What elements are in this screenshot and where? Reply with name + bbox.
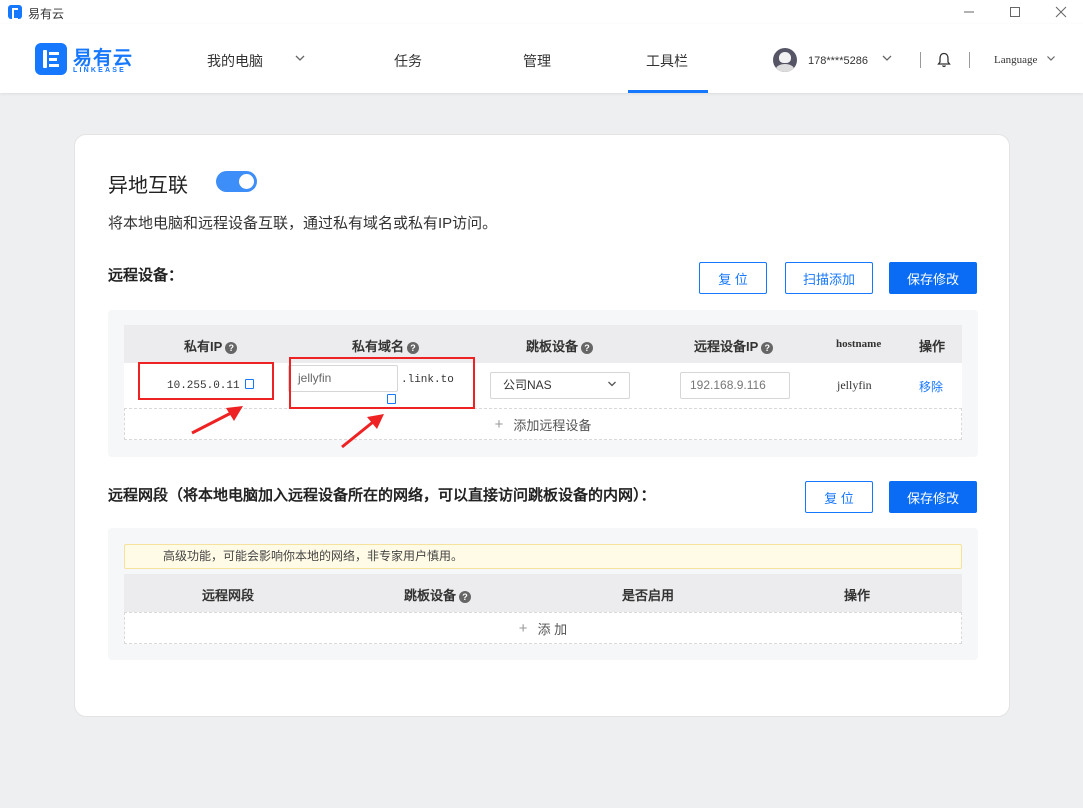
remote-segments-title: 远程网段（将本地电脑加入远程设备所在的网络，可以直接访问跳板设备的内网）： bbox=[108, 487, 656, 504]
close-icon bbox=[1055, 6, 1067, 18]
top-header: 易有云 LINKEASE 我的电脑 任务 管理 工具栏 178****5286 … bbox=[0, 24, 1083, 93]
table-header: 私有IP? 私有域名? 跳板设备? 远程设备IP? hostname 操作 bbox=[124, 325, 962, 363]
scan-add-button[interactable]: 扫描添加 bbox=[785, 262, 873, 294]
help-icon: ? bbox=[581, 342, 594, 354]
nav-item-tasks[interactable]: 任务 bbox=[394, 51, 422, 71]
app-logo-icon bbox=[8, 5, 22, 20]
title-bar: 易有云 bbox=[0, 0, 1083, 24]
minimize-icon bbox=[964, 11, 974, 13]
nav-item-manage[interactable]: 管理 bbox=[523, 51, 551, 71]
warning-banner: 高级功能，可能会影响你本地的网络，非专家用户慎用。 bbox=[124, 544, 962, 569]
remove-link[interactable]: 移除 bbox=[919, 378, 943, 395]
save-button[interactable]: 保存修改 bbox=[889, 262, 977, 294]
close-button[interactable] bbox=[1038, 0, 1083, 24]
annotation-box-domain bbox=[289, 357, 475, 409]
brand-name: 易有云 bbox=[73, 48, 134, 69]
nav-active-indicator bbox=[628, 90, 708, 93]
avatar[interactable] bbox=[773, 48, 797, 72]
chevron-down-icon[interactable] bbox=[294, 54, 306, 62]
annotation-arrow-icon bbox=[191, 406, 243, 435]
reset-button[interactable]: 复 位 bbox=[699, 262, 767, 294]
column-header-segment: 远程网段 bbox=[202, 588, 255, 603]
plus-icon: + bbox=[494, 415, 504, 433]
help-icon: ? bbox=[225, 342, 238, 354]
bell-icon[interactable] bbox=[936, 52, 952, 68]
help-icon: ? bbox=[459, 591, 472, 603]
column-header-jump-device: 跳板设备? bbox=[404, 585, 472, 604]
minimize-button[interactable] bbox=[946, 0, 992, 24]
page-description: 将本地电脑和远程设备互联，通过私有域名或私有IP访问。 bbox=[108, 215, 498, 232]
linkease-logo-icon bbox=[35, 43, 67, 75]
divider bbox=[920, 52, 921, 68]
column-header-enabled: 是否启用 bbox=[622, 588, 675, 603]
chevron-down-icon bbox=[608, 381, 616, 387]
window-title: 易有云 bbox=[28, 7, 65, 21]
plus-icon: + bbox=[518, 619, 528, 637]
column-header-remote-ip: 远程设备IP? bbox=[694, 336, 774, 355]
jump-device-select[interactable]: 公司NAS bbox=[490, 372, 630, 399]
add-segment-button[interactable]: + 添 加 bbox=[124, 612, 962, 644]
column-header-private-domain: 私有域名? bbox=[352, 336, 420, 355]
brand-subtitle: LINKEASE bbox=[73, 67, 126, 74]
annotation-box-ip bbox=[138, 362, 274, 400]
annotation-arrow-icon bbox=[341, 414, 384, 449]
column-header-action: 操作 bbox=[844, 588, 871, 603]
language-selector[interactable]: Language bbox=[994, 54, 1037, 66]
help-icon: ? bbox=[407, 342, 420, 354]
column-header-private-ip: 私有IP? bbox=[184, 336, 238, 355]
chevron-down-icon[interactable] bbox=[881, 54, 893, 62]
divider bbox=[969, 52, 970, 68]
remote-ip-input[interactable]: 192.168.9.116 bbox=[680, 372, 790, 399]
save-button[interactable]: 保存修改 bbox=[889, 481, 977, 513]
maximize-button[interactable] bbox=[992, 0, 1038, 24]
hostname-value: jellyfin bbox=[837, 378, 872, 392]
remote-devices-title: 远程设备： bbox=[108, 267, 184, 284]
remote-segments-panel: 高级功能，可能会影响你本地的网络，非专家用户慎用。 远程网段 跳板设备? 是否启… bbox=[108, 528, 978, 660]
chevron-down-icon[interactable] bbox=[1046, 55, 1056, 62]
help-icon: ? bbox=[761, 342, 774, 354]
interconnect-toggle[interactable] bbox=[216, 171, 257, 192]
nav-item-toolbar[interactable]: 工具栏 bbox=[646, 51, 688, 71]
user-name[interactable]: 178****5286 bbox=[808, 55, 868, 67]
column-header-hostname: hostname bbox=[836, 338, 882, 350]
column-header-action: 操作 bbox=[919, 339, 946, 354]
column-header-jump-device: 跳板设备? bbox=[526, 336, 594, 355]
table-header: 远程网段 跳板设备? 是否启用 操作 bbox=[124, 574, 962, 612]
reset-button[interactable]: 复 位 bbox=[805, 481, 873, 513]
maximize-icon bbox=[1010, 7, 1020, 17]
page-title: 异地互联 bbox=[108, 175, 188, 197]
nav-item-my-computer[interactable]: 我的电脑 bbox=[207, 51, 263, 71]
